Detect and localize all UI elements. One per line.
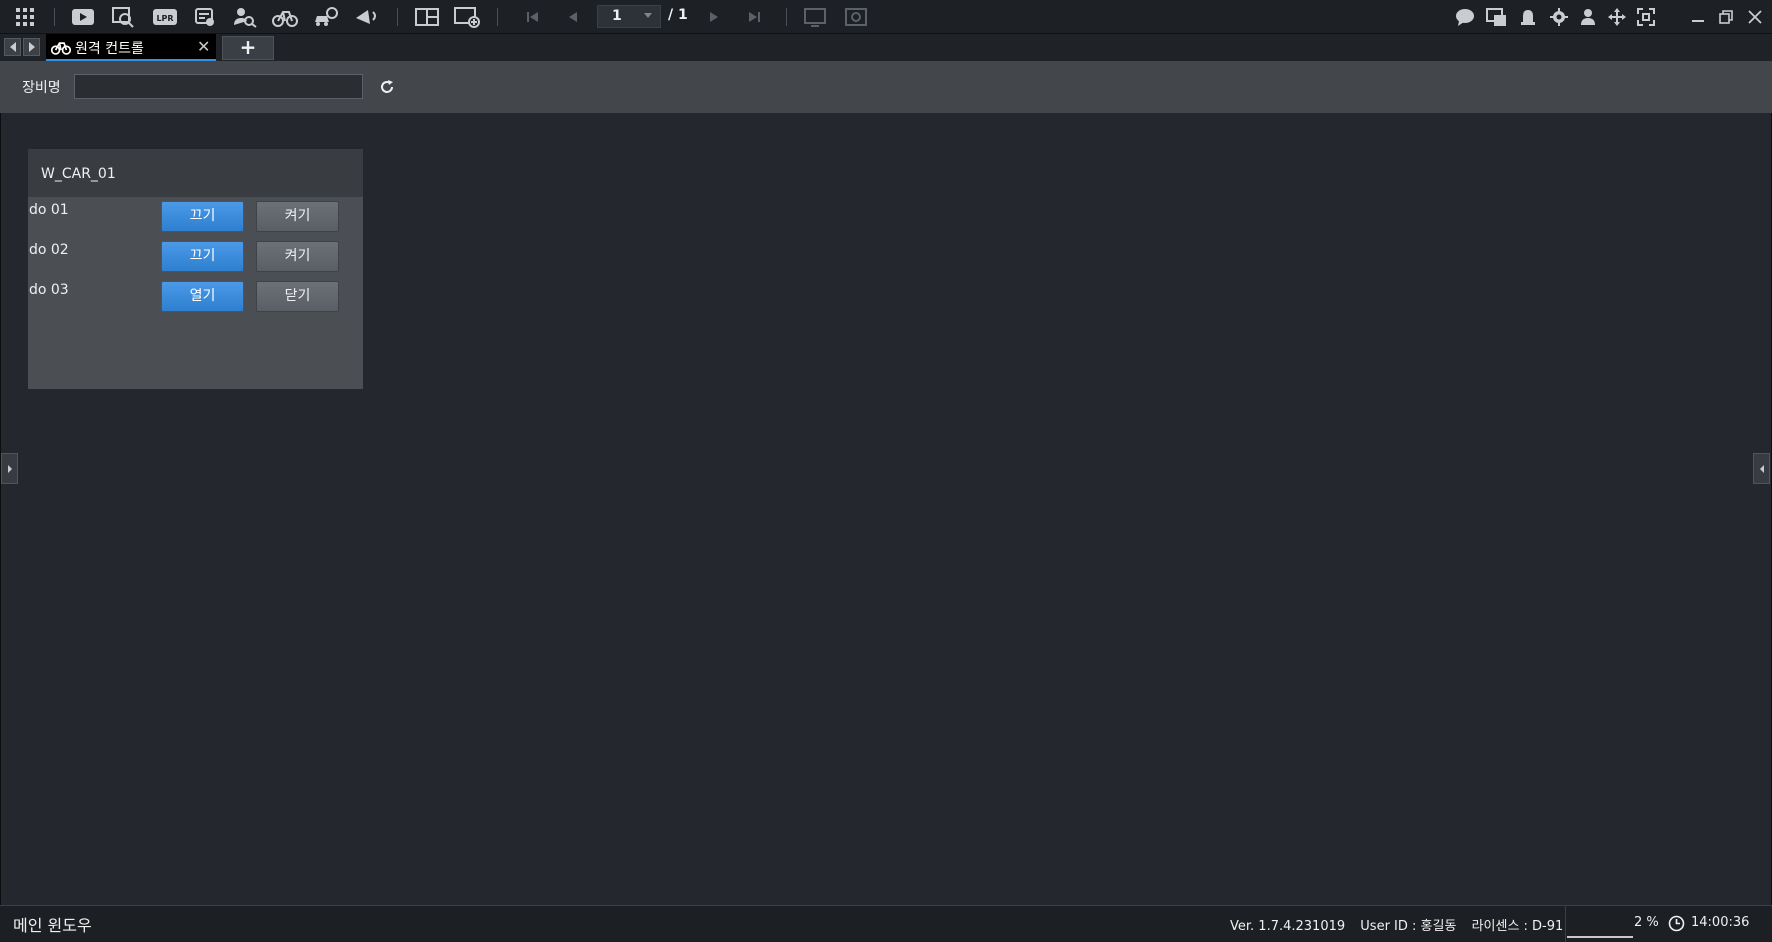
close-icon[interactable] <box>1742 4 1768 29</box>
settings-icon[interactable] <box>1546 4 1572 29</box>
fullscreen-icon[interactable] <box>1633 4 1659 29</box>
device-name: W_CAR_01 <box>41 166 116 182</box>
device-name-input[interactable] <box>74 74 363 99</box>
minimize-icon[interactable] <box>1685 4 1711 29</box>
grid-menu-icon[interactable] <box>12 4 38 29</box>
window-title: 메인 윈도우 <box>13 916 92 935</box>
page-current: 1 <box>612 8 622 24</box>
cpu-graph <box>1567 936 1633 938</box>
clock-icon <box>1668 915 1685 932</box>
left-panel-toggle[interactable] <box>1 453 18 484</box>
clock-time: 14:00:36 <box>1691 915 1750 930</box>
next-page-icon[interactable] <box>701 4 727 29</box>
broadcast-icon[interactable] <box>354 4 380 29</box>
cpu-usage: 2 % <box>1634 915 1659 930</box>
video-alert-icon[interactable] <box>1483 4 1509 29</box>
prev-page-icon[interactable] <box>560 4 586 29</box>
status-bar: 메인 윈도우 Ver. 1.7.4.231019 User ID : 홍길동 라… <box>0 905 1772 942</box>
on-button[interactable]: 켜기 <box>256 241 339 272</box>
tab-scroll-right-button[interactable] <box>23 38 40 56</box>
toolbar-separator <box>397 8 398 26</box>
video-search-icon[interactable] <box>110 4 136 29</box>
split-layout-icon[interactable] <box>414 4 440 29</box>
on-button[interactable]: 켜기 <box>256 201 339 232</box>
off-button[interactable]: 끄기 <box>161 201 244 232</box>
chevron-down-icon <box>644 13 652 18</box>
output-label: do 01 <box>29 202 69 218</box>
refresh-icon[interactable] <box>376 76 398 98</box>
alarm-icon[interactable] <box>1515 4 1541 29</box>
output-label: do 02 <box>29 242 69 258</box>
person-search-icon[interactable] <box>232 4 258 29</box>
svg-text:LPR: LPR <box>156 14 173 23</box>
off-button[interactable]: 끄기 <box>161 241 244 272</box>
monitor-icon[interactable] <box>802 4 828 29</box>
filter-bar: 장비명 <box>0 61 1772 113</box>
toolbar-separator <box>497 8 498 26</box>
restore-icon[interactable] <box>1713 4 1739 29</box>
car-search-icon[interactable] <box>313 4 339 29</box>
chat-icon[interactable] <box>1452 4 1478 29</box>
page-total: / 1 <box>668 7 688 23</box>
monitor-refresh-icon[interactable] <box>843 4 869 29</box>
toolbar-separator <box>54 8 55 26</box>
tab-bar: 원격 컨트롤 ✕ + <box>0 34 1772 61</box>
first-page-icon[interactable] <box>520 4 546 29</box>
bicycle-icon[interactable] <box>272 4 298 29</box>
card-list-icon[interactable] <box>192 4 218 29</box>
tab-scroll-left-button[interactable] <box>4 38 21 56</box>
move-icon[interactable] <box>1604 4 1630 29</box>
device-card-header: W_CAR_01 <box>28 149 363 197</box>
video-play-icon[interactable] <box>70 4 96 29</box>
license-text: 라이센스 : D-91 <box>1471 919 1564 934</box>
bicycle-icon <box>50 39 72 59</box>
main-window <box>0 0 1772 941</box>
last-page-icon[interactable] <box>741 4 767 29</box>
lpr-icon[interactable]: LPR <box>152 4 178 29</box>
add-view-icon[interactable] <box>454 4 480 29</box>
toolbar-separator <box>786 8 787 26</box>
user-id-text: User ID : 홍길동 <box>1360 919 1457 934</box>
user-icon[interactable] <box>1575 4 1601 29</box>
open-button[interactable]: 열기 <box>161 281 244 312</box>
status-divider <box>1565 906 1566 942</box>
version-text: Ver. 1.7.4.231019 <box>1230 919 1346 934</box>
device-card: W_CAR_01 do 01 끄기 켜기 do 02 끄기 켜기 do 03 열… <box>28 149 363 389</box>
page-selector[interactable]: 1 <box>597 5 661 28</box>
tab-label: 원격 컨트롤 <box>75 41 144 57</box>
tab-remote-control[interactable]: 원격 컨트롤 ✕ <box>46 34 216 61</box>
status-info: Ver. 1.7.4.231019 User ID : 홍길동 라이센스 : D… <box>1230 915 1574 934</box>
output-label: do 03 <box>29 282 69 298</box>
right-panel-toggle[interactable] <box>1753 453 1770 484</box>
toolbar: LPR 1 / 1 <box>0 0 1772 34</box>
close-button[interactable]: 닫기 <box>256 281 339 312</box>
device-name-label: 장비명 <box>22 80 61 96</box>
tab-close-icon[interactable]: ✕ <box>197 37 210 56</box>
add-tab-button[interactable]: + <box>222 36 274 60</box>
